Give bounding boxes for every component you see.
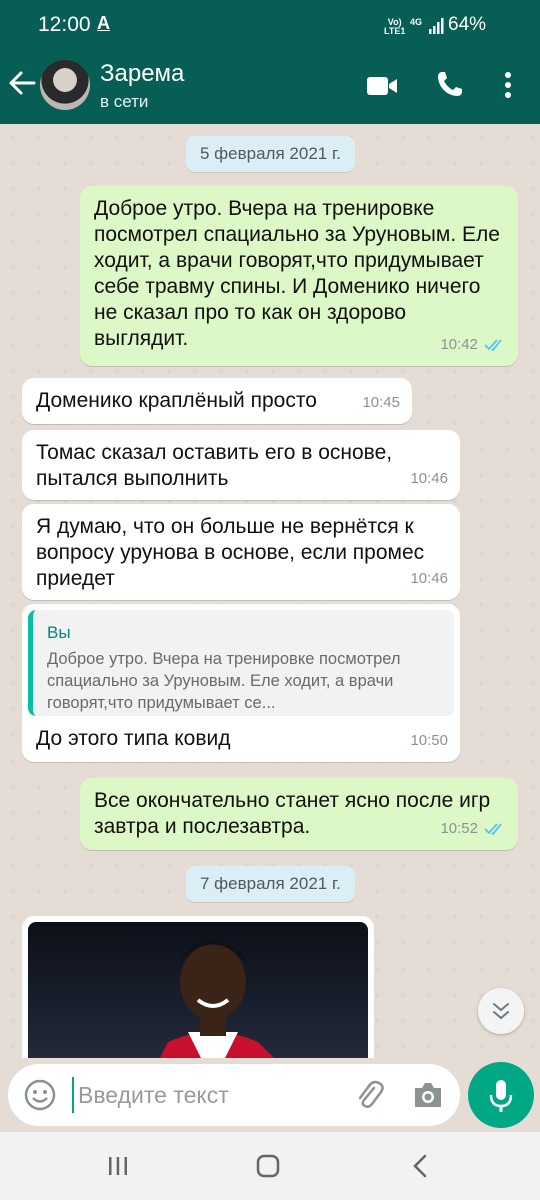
photo-thumbnail[interactable] [28,922,368,1058]
message-time: 10:46 [410,570,448,587]
message-incoming-reply[interactable]: Вы Доброе утро. Вчера на тренировке посм… [22,604,460,762]
input-pill [8,1064,460,1126]
message-outgoing[interactable]: Все окончательно станет ясно после игр з… [80,778,518,850]
message-time: 10:45 [362,394,400,411]
message-time: 10:52 [440,820,478,837]
message-text: До этого типа ковид [36,727,231,750]
video-call-icon[interactable] [366,74,398,98]
chat-header: Зарема в сети [0,48,540,124]
read-receipt-icon [484,823,502,836]
message-meta: 10:42 [440,332,506,358]
message-meta: 10:50 [410,728,448,754]
date-separator: 7 февраля 2021 г. [186,866,355,902]
message-text: Доброе утро. Вчера на тренировке посмотр… [94,197,500,350]
read-receipt-icon [484,339,502,352]
attach-icon[interactable] [352,1078,386,1112]
voice-call-icon[interactable] [436,70,464,98]
lte-label: LTE1 [384,26,406,36]
volte-indicator: Vo) LTE1 [384,18,405,36]
message-input[interactable] [72,1077,342,1113]
more-options-icon[interactable] [500,70,516,100]
status-time: 12:00 [38,13,91,36]
recent-apps-icon[interactable] [106,1154,130,1178]
message-text: Доменико краплёный просто [36,389,317,412]
quoted-message[interactable]: Вы Доброе утро. Вчера на тренировке посм… [28,610,454,716]
nav-back-icon[interactable] [410,1154,430,1178]
message-meta: 10:45 [362,390,400,416]
date-separator: 5 февраля 2021 г. [186,136,355,172]
quoted-text: Доброе утро. Вчера на тренировке посмотр… [47,650,401,712]
microphone-icon [489,1080,513,1112]
message-time: 10:46 [410,470,448,487]
photo-illustration [160,940,274,1058]
message-meta: 10:46 [410,566,448,592]
message-incoming[interactable]: Я думаю, что он больше не вернётся к воп… [22,504,460,600]
message-incoming[interactable]: Томас сказал оставить его в основе, пыта… [22,430,460,500]
contact-name[interactable]: Зарема [100,60,184,88]
message-text: Томас сказал оставить его в основе, пыта… [36,441,393,490]
contact-avatar[interactable] [40,60,90,110]
contact-status: в сети [100,92,149,111]
notification-a-icon: A [97,13,110,33]
system-nav-bar [0,1132,540,1200]
message-meta: 10:46 [410,466,448,492]
battery-level: 64% [448,14,487,35]
message-text: Я думаю, что он больше не вернётся к воп… [36,515,425,590]
scroll-down-button[interactable] [478,988,524,1034]
message-time: 10:50 [410,732,448,749]
message-image[interactable] [22,916,374,1058]
voice-message-button[interactable] [468,1062,534,1128]
message-meta: 10:52 [440,816,506,842]
back-arrow-icon[interactable] [8,68,36,98]
message-incoming[interactable]: Доменико краплёный просто 10:45 [22,378,412,424]
message-input-bar [0,1058,540,1132]
message-time: 10:42 [440,336,478,353]
chat-area[interactable]: 5 февраля 2021 г. Доброе утро. Вчера на … [0,124,540,1058]
status-bar: 12:00 A Vo) LTE1 4G 64% [0,0,540,48]
signal-icon [429,18,444,34]
quoted-author: Вы [47,623,71,642]
home-icon[interactable] [256,1154,280,1178]
emoji-icon[interactable] [24,1079,56,1111]
camera-icon[interactable] [412,1080,444,1110]
network-type: 4G [410,17,423,27]
message-outgoing[interactable]: Доброе утро. Вчера на тренировке посмотр… [80,186,518,366]
